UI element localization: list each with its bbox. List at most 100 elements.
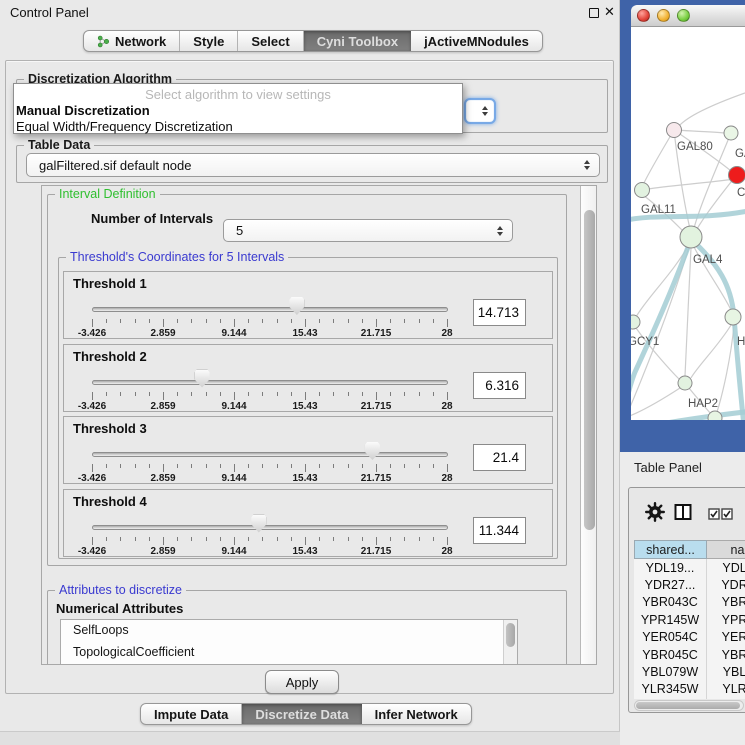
table-row[interactable]: YBR043CYBR0 bbox=[634, 594, 745, 611]
close-traffic-light[interactable] bbox=[637, 9, 650, 22]
node-label: GA bbox=[735, 148, 745, 160]
table-cell[interactable]: YBR043C bbox=[634, 594, 707, 611]
network-node[interactable] bbox=[708, 411, 722, 420]
slider-tick-label: -3.426 bbox=[78, 473, 106, 484]
split-columns-icon[interactable] bbox=[674, 503, 692, 526]
slider-tick bbox=[404, 319, 405, 323]
table-cell[interactable]: YBL0 bbox=[707, 663, 745, 680]
slider-tick bbox=[333, 464, 334, 468]
table-cell[interactable]: YPR1 bbox=[707, 611, 745, 628]
table-cell[interactable]: YIL052C bbox=[634, 698, 707, 699]
table-cell[interactable]: YBR045C bbox=[634, 646, 707, 663]
table-cell[interactable]: YDR27... bbox=[634, 576, 707, 593]
threshold-slider-thumb[interactable] bbox=[195, 370, 210, 388]
num-intervals-value: 5 bbox=[236, 223, 243, 238]
table-cell[interactable]: YBR0 bbox=[707, 594, 745, 611]
close-icon[interactable]: ✕ bbox=[604, 4, 615, 20]
tab-select[interactable]: Select bbox=[238, 31, 303, 51]
network-node[interactable] bbox=[729, 167, 745, 184]
tab-cyni-toolbox[interactable]: Cyni Toolbox bbox=[304, 31, 411, 51]
slider-tick bbox=[291, 392, 292, 396]
list-item[interactable]: SelfLoops bbox=[61, 620, 517, 642]
table-cell[interactable]: YPR145W bbox=[634, 611, 707, 628]
tab-network[interactable]: Network bbox=[84, 31, 180, 51]
threshold-value-field[interactable]: 21.4 bbox=[473, 444, 526, 471]
num-intervals-combobox[interactable]: 5 bbox=[223, 219, 513, 242]
threshold-value-field[interactable]: 6.316 bbox=[473, 372, 526, 399]
table-cell[interactable]: YLR3 bbox=[707, 681, 745, 698]
node-label: GAL4 bbox=[693, 254, 723, 266]
slider-tick bbox=[149, 537, 150, 541]
table-row[interactable]: YBL079WYBL0 bbox=[634, 663, 745, 680]
float-window-icon[interactable] bbox=[589, 8, 599, 18]
apply-button[interactable]: Apply bbox=[265, 670, 339, 694]
slider-tick bbox=[163, 537, 164, 545]
table-cell[interactable]: YBL079W bbox=[634, 663, 707, 680]
vertical-scrollbar[interactable] bbox=[580, 186, 597, 665]
table-row[interactable]: YER054CYER0 bbox=[634, 629, 745, 646]
tab-discretize-data[interactable]: Discretize Data bbox=[242, 704, 361, 724]
checkbox-icon[interactable] bbox=[708, 507, 720, 525]
table-cell[interactable]: YDR2 bbox=[707, 576, 745, 593]
table-header: shared...na bbox=[634, 540, 745, 559]
slider-tick bbox=[305, 464, 306, 472]
threshold-slider-track[interactable] bbox=[92, 307, 448, 312]
tab-infer-network[interactable]: Infer Network bbox=[362, 704, 471, 724]
table-row[interactable]: YPR145WYPR1 bbox=[634, 611, 745, 628]
table-cell[interactable]: YLR345W bbox=[634, 681, 707, 698]
network-window: GAL80GAGAL11CGAL4GCY1HHAP2 bbox=[631, 5, 745, 420]
threshold-slider-track[interactable] bbox=[92, 452, 448, 457]
table-row[interactable]: YIL052CYIL0 bbox=[634, 698, 745, 699]
network-node[interactable] bbox=[667, 123, 682, 138]
network-node[interactable] bbox=[678, 376, 692, 390]
popup-option-manual[interactable]: Manual Discretization bbox=[16, 103, 150, 118]
table-cell[interactable]: YDL1 bbox=[707, 559, 745, 576]
column-header[interactable]: shared... bbox=[634, 540, 707, 559]
threshold-slider-thumb[interactable] bbox=[251, 515, 266, 533]
slider-tick bbox=[433, 464, 434, 468]
tab-impute-data[interactable]: Impute Data bbox=[141, 704, 242, 724]
list-scrollbar[interactable] bbox=[503, 620, 517, 665]
table-data-combobox[interactable]: galFiltered.sif default node bbox=[26, 153, 600, 177]
threshold-value-field[interactable]: 14.713 bbox=[473, 299, 526, 326]
slider-tick-label: 15.43 bbox=[292, 546, 317, 557]
horizontal-scrollbar-thumb[interactable] bbox=[636, 702, 740, 709]
popup-option-equal-width[interactable]: Equal Width/Frequency Discretization bbox=[16, 119, 233, 134]
network-canvas[interactable]: GAL80GAGAL11CGAL4GCY1HHAP2 bbox=[631, 27, 745, 420]
network-node[interactable] bbox=[631, 315, 640, 329]
table-cell[interactable]: YER054C bbox=[634, 629, 707, 646]
network-window-titlebar[interactable] bbox=[631, 5, 745, 27]
threshold-slider-thumb[interactable] bbox=[365, 442, 380, 460]
algorithm-combobox[interactable] bbox=[464, 98, 496, 124]
threshold-slider-track[interactable] bbox=[92, 525, 448, 530]
network-node[interactable] bbox=[724, 126, 738, 140]
slider-tick bbox=[348, 392, 349, 396]
table-row[interactable]: YBR045CYBR0 bbox=[634, 646, 745, 663]
column-header[interactable]: na bbox=[707, 540, 745, 559]
network-node[interactable] bbox=[680, 226, 702, 248]
table-cell[interactable]: YIL0 bbox=[707, 698, 745, 699]
list-item[interactable]: BetweennessCentrality bbox=[61, 663, 517, 665]
zoom-traffic-light[interactable] bbox=[677, 9, 690, 22]
table-cell[interactable]: YER0 bbox=[707, 629, 745, 646]
network-node[interactable] bbox=[635, 183, 650, 198]
threshold-panel: Threshold 2-3.4262.8599.14415.4321.71528… bbox=[63, 344, 553, 412]
threshold-slider-thumb[interactable] bbox=[289, 297, 304, 315]
list-item[interactable]: TopologicalCoefficient bbox=[61, 642, 517, 664]
list-scrollbar-thumb[interactable] bbox=[506, 623, 515, 647]
vertical-scrollbar-thumb[interactable] bbox=[584, 210, 595, 530]
horizontal-scrollbar[interactable] bbox=[634, 700, 744, 711]
table-row[interactable]: YDL19...YDL1 bbox=[634, 559, 745, 576]
table-cell[interactable]: YBR0 bbox=[707, 646, 745, 663]
table-row[interactable]: YLR345WYLR3 bbox=[634, 681, 745, 698]
threshold-value-field[interactable]: 11.344 bbox=[473, 517, 526, 544]
table-cell[interactable]: YDL19... bbox=[634, 559, 707, 576]
minimize-traffic-light[interactable] bbox=[657, 9, 670, 22]
threshold-slider-track[interactable] bbox=[92, 380, 448, 385]
gear-icon[interactable] bbox=[645, 502, 665, 527]
table-row[interactable]: YDR27...YDR2 bbox=[634, 576, 745, 593]
checkbox-icon[interactable] bbox=[721, 507, 733, 525]
tab-style[interactable]: Style bbox=[180, 31, 238, 51]
tab-jactivemnodules[interactable]: jActiveMNodules bbox=[411, 31, 542, 51]
network-node[interactable] bbox=[725, 309, 741, 325]
